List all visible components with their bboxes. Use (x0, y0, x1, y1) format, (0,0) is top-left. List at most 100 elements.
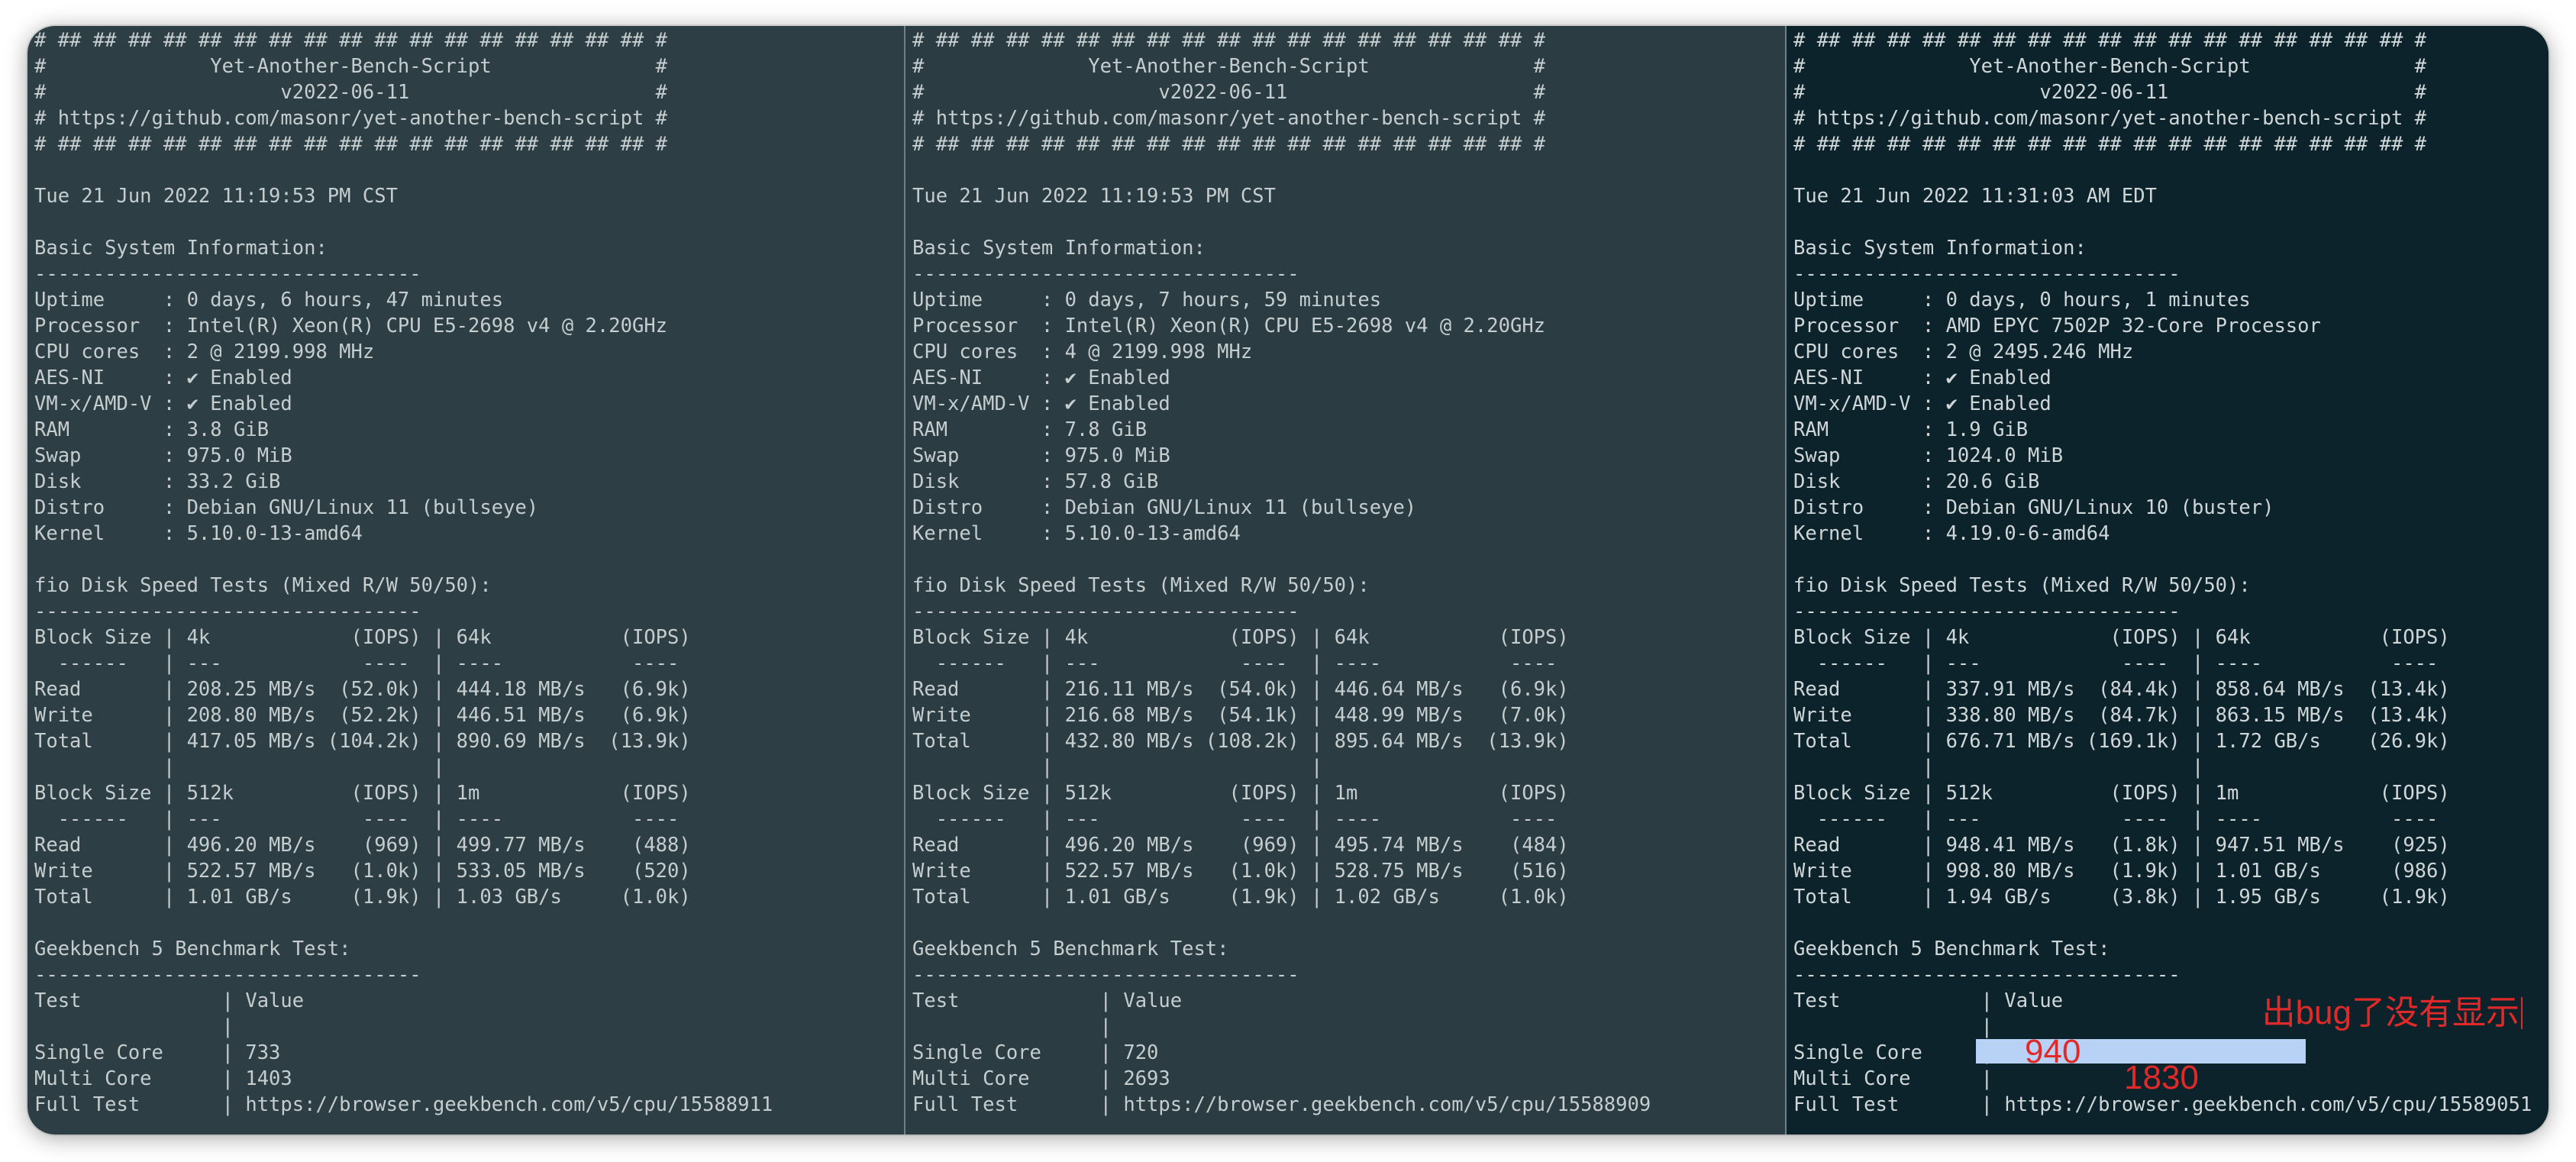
terminal-line: | (912, 1015, 1112, 1038)
terminal-line: ------ | --- ---- | ---- ---- (912, 808, 1558, 831)
terminal-line: Geekbench 5 Benchmark Test: (34, 938, 351, 960)
terminal-line: CPU cores : 2 @ 2199.998 MHz (34, 341, 375, 363)
terminal-line: VM-x/AMD-V : ✔ Enabled (1793, 392, 2051, 415)
terminal-line: Block Size | 4k (IOPS) | 64k (IOPS) (1793, 626, 2450, 649)
terminal-line: Test | Value (34, 989, 305, 1012)
terminal-output: # ## ## ## ## ## ## ## ## ## ## ## ## ##… (1793, 27, 2532, 1118)
terminal-line: ------ | --- ---- | ---- ---- (912, 652, 1558, 675)
terminal-line: | | (912, 756, 1323, 779)
terminal-line: # v2022-06-11 # (34, 81, 668, 104)
terminal-line: --------------------------------- (1793, 600, 2181, 623)
terminal-line: Write | 522.57 MB/s (1.0k) | 528.75 MB/s… (912, 860, 1569, 883)
terminal-line: --------------------------------- (34, 963, 421, 986)
terminal-line: ------ | --- ---- | ---- ---- (34, 652, 680, 675)
terminal-line: Disk : 57.8 GiB (912, 470, 1159, 493)
terminal-line: Total | 1.01 GB/s (1.9k) | 1.03 GB/s (1.… (34, 886, 691, 909)
terminal-line: Full Test | https://browser.geekbench.co… (34, 1093, 773, 1116)
terminal-line: --------------------------------- (1793, 963, 2181, 986)
terminal-pane-1[interactable]: # ## ## ## ## ## ## ## ## ## ## ## ## ##… (27, 26, 904, 1135)
terminal-line: Kernel : 4.19.0-6-amd64 (1793, 522, 2110, 545)
terminal-line: Full Test | https://browser.geekbench.co… (1793, 1093, 2532, 1116)
terminal-line: Tue 21 Jun 2022 11:19:53 PM CST (912, 185, 1276, 208)
terminal-line: # Yet-Another-Bench-Script # (34, 55, 668, 78)
terminal-line: --------------------------------- (34, 600, 421, 623)
terminal-line: VM-x/AMD-V : ✔ Enabled (34, 392, 292, 415)
terminal-line: Multi Core | 1403 (34, 1067, 292, 1090)
terminal-line: Single Core | 720 (912, 1041, 1159, 1064)
terminal-line: Block Size | 4k (IOPS) | 64k (IOPS) (912, 626, 1569, 649)
terminal-line: # v2022-06-11 # (912, 81, 1546, 104)
terminal-line: Write | 522.57 MB/s (1.0k) | 533.05 MB/s… (34, 860, 691, 883)
terminal-line: Multi Core | 2693 (912, 1067, 1170, 1090)
terminal-line: # https://github.com/masonr/yet-another-… (34, 107, 668, 130)
terminal-line: CPU cores : 4 @ 2199.998 MHz (912, 341, 1253, 363)
terminal-line: Single Core | 733 (34, 1041, 281, 1064)
terminal-line: # https://github.com/masonr/yet-another-… (1793, 107, 2427, 130)
terminal-line: Block Size | 512k (IOPS) | 1m (IOPS) (1793, 782, 2450, 805)
terminal-line: Read | 496.20 MB/s (969) | 499.77 MB/s (… (34, 834, 691, 857)
terminal-line: Geekbench 5 Benchmark Test: (912, 938, 1229, 960)
terminal-line: # ## ## ## ## ## ## ## ## ## ## ## ## ##… (912, 29, 1546, 52)
terminal-line: Single Core | (1793, 1041, 1993, 1064)
terminal-line: Block Size | 512k (IOPS) | 1m (IOPS) (34, 782, 691, 805)
terminal-line: AES-NI : ✔ Enabled (34, 366, 292, 389)
terminal-line: ------ | --- ---- | ---- ---- (1793, 652, 2439, 675)
terminal-line: AES-NI : ✔ Enabled (912, 366, 1170, 389)
terminal-line: Read | 208.25 MB/s (52.0k) | 444.18 MB/s… (34, 678, 691, 701)
terminal-line: --------------------------------- (912, 263, 1299, 286)
terminal-line: Write | 998.80 MB/s (1.9k) | 1.01 GB/s (… (1793, 860, 2450, 883)
terminal-line: Kernel : 5.10.0-13-amd64 (34, 522, 363, 545)
terminal-line: Test | Value (912, 989, 1183, 1012)
terminal-line: CPU cores : 2 @ 2495.246 MHz (1793, 341, 2134, 363)
terminal-line: RAM : 3.8 GiB (34, 418, 270, 441)
terminal-line: --------------------------------- (1793, 263, 2181, 286)
terminal-line: Uptime : 0 days, 6 hours, 47 minutes (34, 289, 504, 311)
terminal-line: fio Disk Speed Tests (Mixed R/W 50/50): (34, 574, 492, 597)
terminal-line: # ## ## ## ## ## ## ## ## ## ## ## ## ##… (1793, 29, 2427, 52)
terminal-line: # v2022-06-11 # (1793, 81, 2427, 104)
terminal-line: Total | 1.01 GB/s (1.9k) | 1.02 GB/s (1.… (912, 886, 1569, 909)
terminal-line: Processor : Intel(R) Xeon(R) CPU E5-2698… (912, 315, 1546, 337)
terminal-line: Distro : Debian GNU/Linux 11 (bullseye) (912, 496, 1417, 519)
terminal-line: Total | 676.71 MB/s (169.1k) | 1.72 GB/s… (1793, 730, 2450, 753)
terminal-output: # ## ## ## ## ## ## ## ## ## ## ## ## ##… (912, 27, 1651, 1118)
terminal-line: Processor : AMD EPYC 7502P 32-Core Proce… (1793, 315, 2321, 337)
terminal-line: Distro : Debian GNU/Linux 11 (bullseye) (34, 496, 539, 519)
terminal-line: Geekbench 5 Benchmark Test: (1793, 938, 2110, 960)
terminal-line: Basic System Information: (912, 237, 1206, 260)
terminal-line: # Yet-Another-Bench-Script # (1793, 55, 2427, 78)
terminal-line: fio Disk Speed Tests (Mixed R/W 50/50): (912, 574, 1370, 597)
terminal-line: Read | 337.91 MB/s (84.4k) | 858.64 MB/s… (1793, 678, 2450, 701)
terminal-line: --------------------------------- (912, 963, 1299, 986)
terminal-line: RAM : 1.9 GiB (1793, 418, 2029, 441)
terminal-line: Tue 21 Jun 2022 11:19:53 PM CST (34, 185, 398, 208)
terminal-line: Basic System Information: (1793, 237, 2087, 260)
terminal-line: Read | 496.20 MB/s (969) | 495.74 MB/s (… (912, 834, 1569, 857)
terminal-line: | | (34, 756, 445, 779)
terminal-line: Uptime : 0 days, 7 hours, 59 minutes (912, 289, 1382, 311)
terminal-line: # ## ## ## ## ## ## ## ## ## ## ## ## ##… (34, 29, 668, 52)
terminal-line: # ## ## ## ## ## ## ## ## ## ## ## ## ##… (1793, 133, 2427, 156)
terminal-line: AES-NI : ✔ Enabled (1793, 366, 2051, 389)
terminal-line: Total | 417.05 MB/s (104.2k) | 890.69 MB… (34, 730, 691, 753)
terminal-line: Read | 216.11 MB/s (54.0k) | 446.64 MB/s… (912, 678, 1569, 701)
terminal-window: # ## ## ## ## ## ## ## ## ## ## ## ## ##… (27, 26, 2549, 1135)
terminal-line: Uptime : 0 days, 0 hours, 1 minutes (1793, 289, 2251, 311)
terminal-line: Full Test | https://browser.geekbench.co… (912, 1093, 1651, 1116)
terminal-pane-3[interactable]: # ## ## ## ## ## ## ## ## ## ## ## ## ##… (1787, 26, 2549, 1135)
terminal-pane-2[interactable]: # ## ## ## ## ## ## ## ## ## ## ## ## ##… (905, 26, 1785, 1135)
terminal-line: --------------------------------- (34, 263, 421, 286)
terminal-line: # https://github.com/masonr/yet-another-… (912, 107, 1546, 130)
terminal-line: | | (1793, 756, 2204, 779)
